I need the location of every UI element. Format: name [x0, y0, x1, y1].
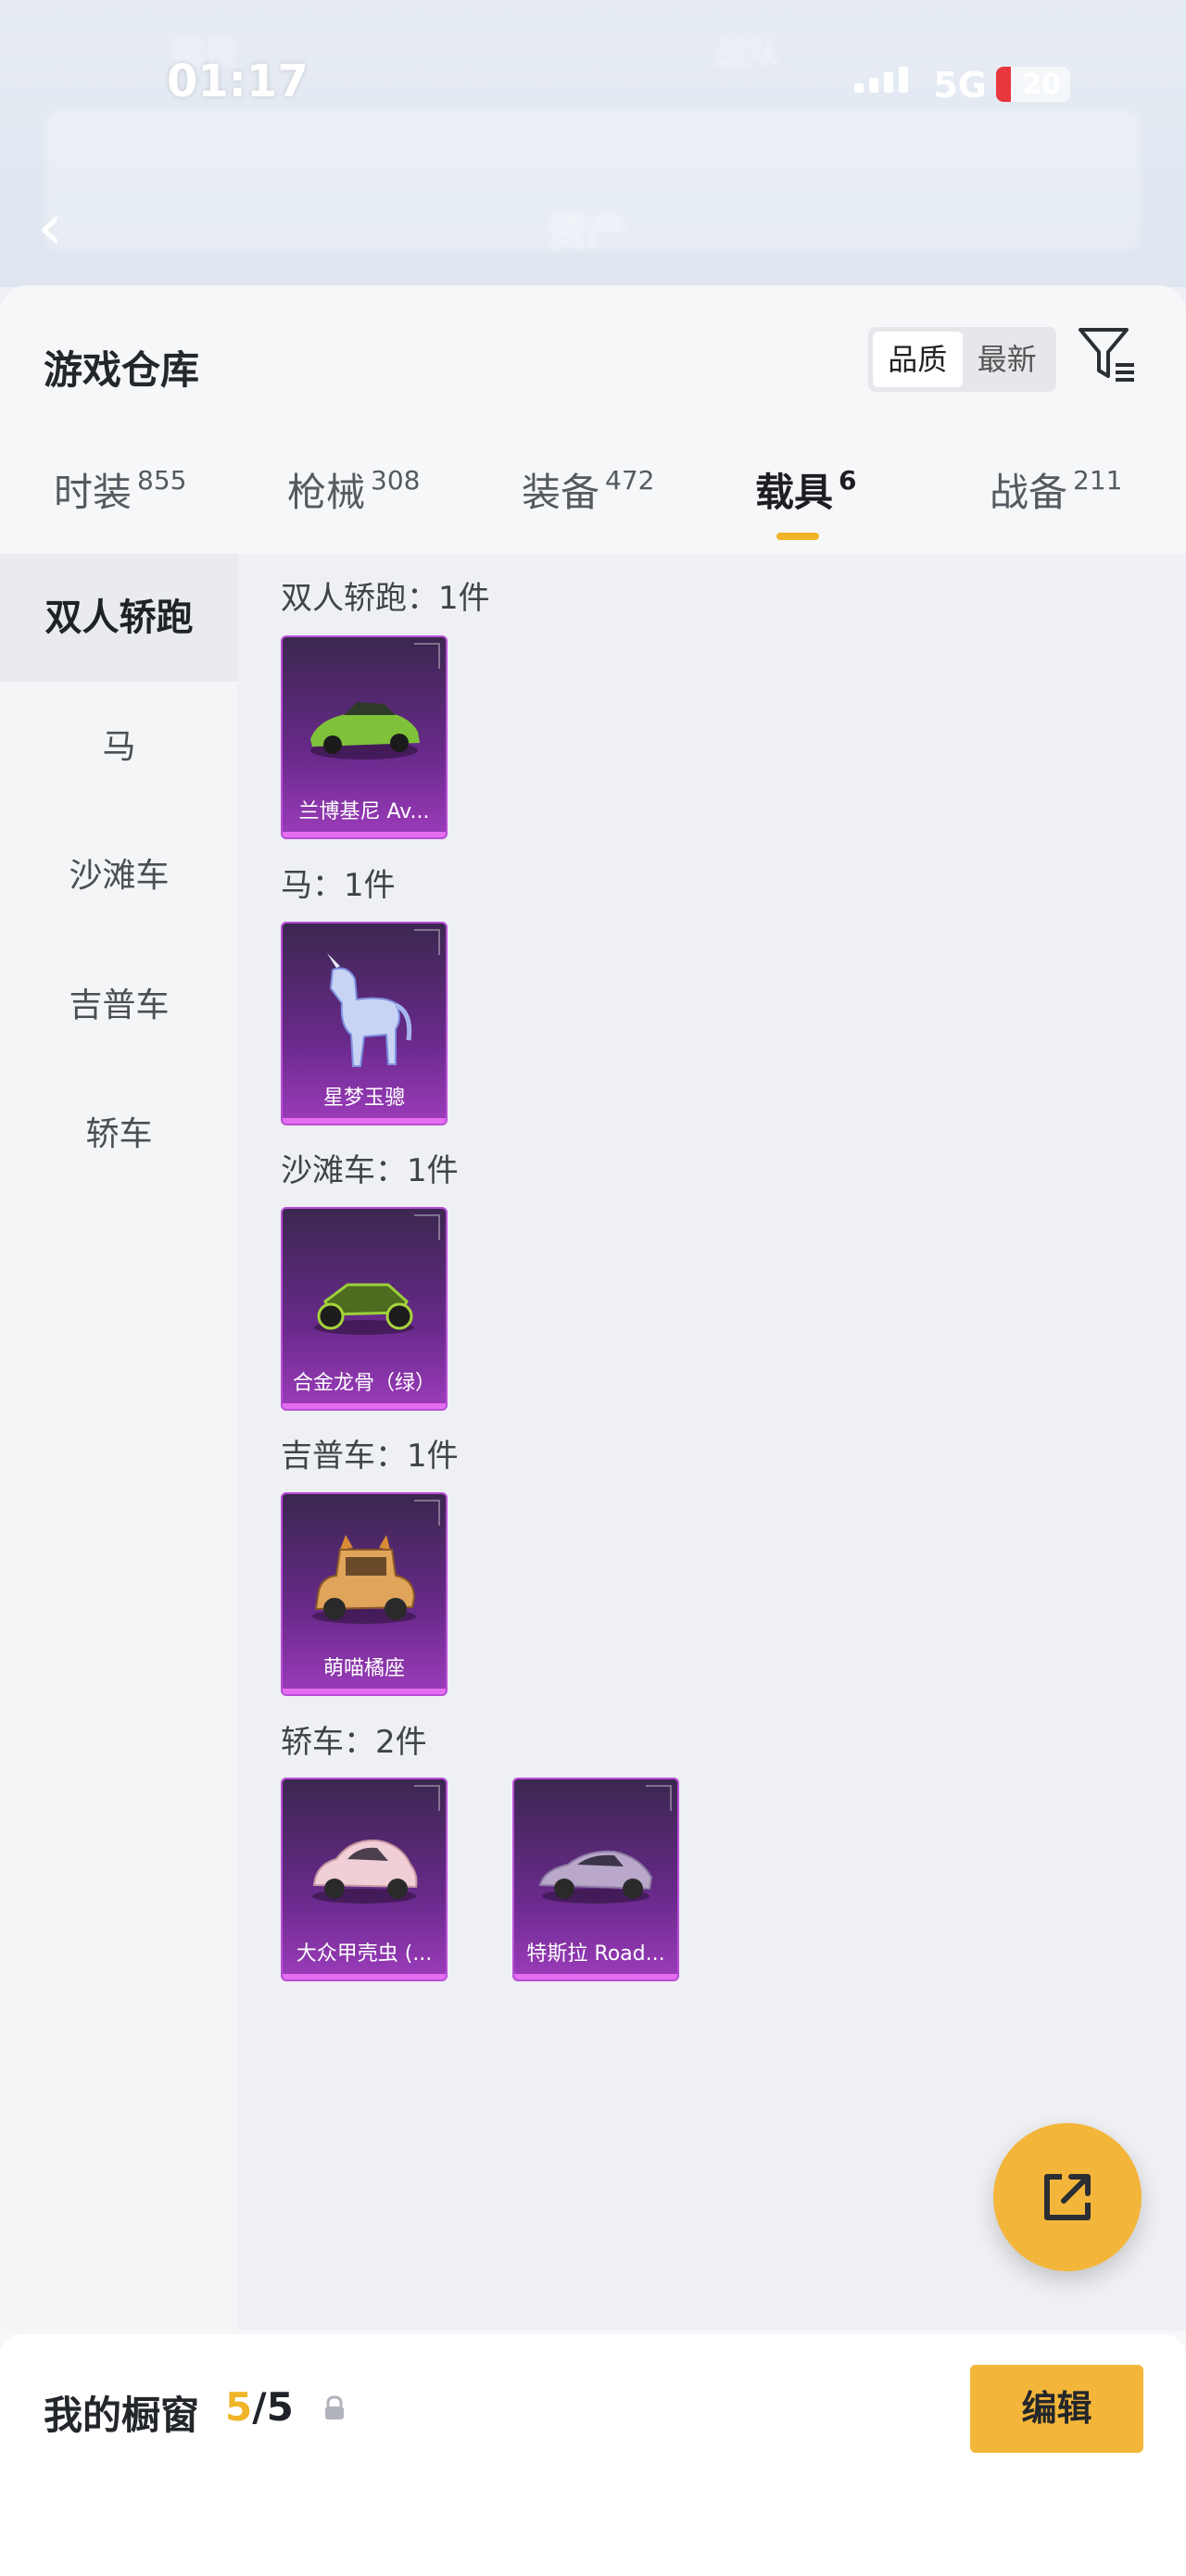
item-card[interactable]: 萌喵橘座 [281, 1492, 448, 1696]
beetle-art [312, 1839, 418, 1904]
sidebar-item-coupe[interactable]: 双人轿跑 [0, 554, 238, 682]
network-type: 5G [933, 65, 987, 106]
tab-vehicles[interactable]: 载具 6 [755, 461, 857, 518]
back-arrow-icon[interactable]: ‹ [37, 195, 63, 259]
content-area: 双人轿跑 马 沙滩车 吉普车 轿车 双人轿跑：1件 兰博基尼 Av... 马：1… [0, 554, 1186, 2331]
tesla-art [538, 1850, 653, 1904]
battery-level: 20 [1022, 69, 1061, 101]
group-label-horse: 马：1件 [281, 867, 396, 904]
filter-icon[interactable] [1075, 322, 1142, 389]
item-card[interactable]: 星梦玉骢 [281, 922, 448, 1125]
showcase-count: 5/5 [225, 2384, 294, 2430]
sheet-title: 游戏仓库 [44, 347, 200, 393]
buggy-art [314, 1283, 414, 1335]
group-label-buggy: 沙滩车：1件 [281, 1152, 459, 1189]
item-card[interactable]: 大众甲壳虫 (... [281, 1778, 448, 1981]
active-tab-indicator [776, 533, 819, 540]
clock: 01:17 [167, 56, 309, 107]
lock-icon [322, 2394, 347, 2426]
blurred-page-title: 资产 [547, 209, 628, 257]
status-bar: 暗夜 战队 资产 01:17 5G 20 ‹ [0, 0, 1186, 287]
share-button[interactable] [993, 2123, 1142, 2271]
signal-icon [854, 67, 908, 93]
item-name: 萌喵橘座 [322, 1657, 405, 1680]
tab-guns[interactable]: 枪械 308 [287, 461, 420, 518]
item-name: 大众甲壳虫 (... [296, 1942, 433, 1966]
item-card[interactable]: 兰博基尼 Av... [281, 635, 448, 839]
group-label-jeep: 吉普车：1件 [281, 1438, 459, 1475]
unicorn-art [327, 953, 412, 1067]
battery-icon: 20 [996, 67, 1070, 102]
showcase-label: 我的橱窗 [44, 2393, 200, 2438]
group-label-coupe: 双人轿跑：1件 [281, 580, 490, 617]
edit-button[interactable]: 编辑 [970, 2365, 1143, 2453]
tab-fashion[interactable]: 时装 855 [54, 461, 186, 518]
sidebar-item-horse[interactable]: 马 [0, 684, 238, 811]
item-name: 星梦玉骢 [322, 1087, 405, 1110]
showcase-bar: 我的橱窗 5/5 编辑 [0, 2334, 1186, 2576]
sort-toggle[interactable]: 品质 最新 [868, 327, 1056, 392]
tab-equipment[interactable]: 装备 472 [522, 461, 654, 518]
sidebar-item-jeep[interactable]: 吉普车 [0, 942, 238, 1070]
sort-newest[interactable]: 最新 [963, 332, 1053, 387]
category-tabs: 时装 855 枪械 308 装备 472 载具 6 战备 211 [0, 461, 1186, 554]
item-card[interactable]: 合金龙骨（绿） [281, 1207, 448, 1411]
sidebar-item-buggy[interactable]: 沙滩车 [0, 812, 238, 940]
item-name: 兰博基尼 Av... [298, 800, 430, 823]
green-sports-car-art [310, 702, 420, 760]
tab-supplies[interactable]: 战备 211 [990, 461, 1122, 518]
item-card[interactable]: 特斯拉 Road... [512, 1778, 679, 1981]
item-name: 合金龙骨（绿） [292, 1372, 435, 1395]
share-icon [1044, 2174, 1091, 2220]
sidebar-item-sedan[interactable]: 轿车 [0, 1071, 238, 1199]
blurred-team: 战队 [713, 34, 781, 72]
vehicle-type-sidebar: 双人轿跑 马 沙滩车 吉普车 轿车 [0, 554, 238, 2331]
item-name: 特斯拉 Road... [526, 1942, 665, 1966]
sort-quality[interactable]: 品质 [873, 332, 963, 387]
blurred-header: 暗夜 战队 资产 [0, 0, 1186, 287]
cat-jeep-art [312, 1535, 416, 1624]
group-label-sedan: 轿车：2件 [281, 1724, 427, 1761]
